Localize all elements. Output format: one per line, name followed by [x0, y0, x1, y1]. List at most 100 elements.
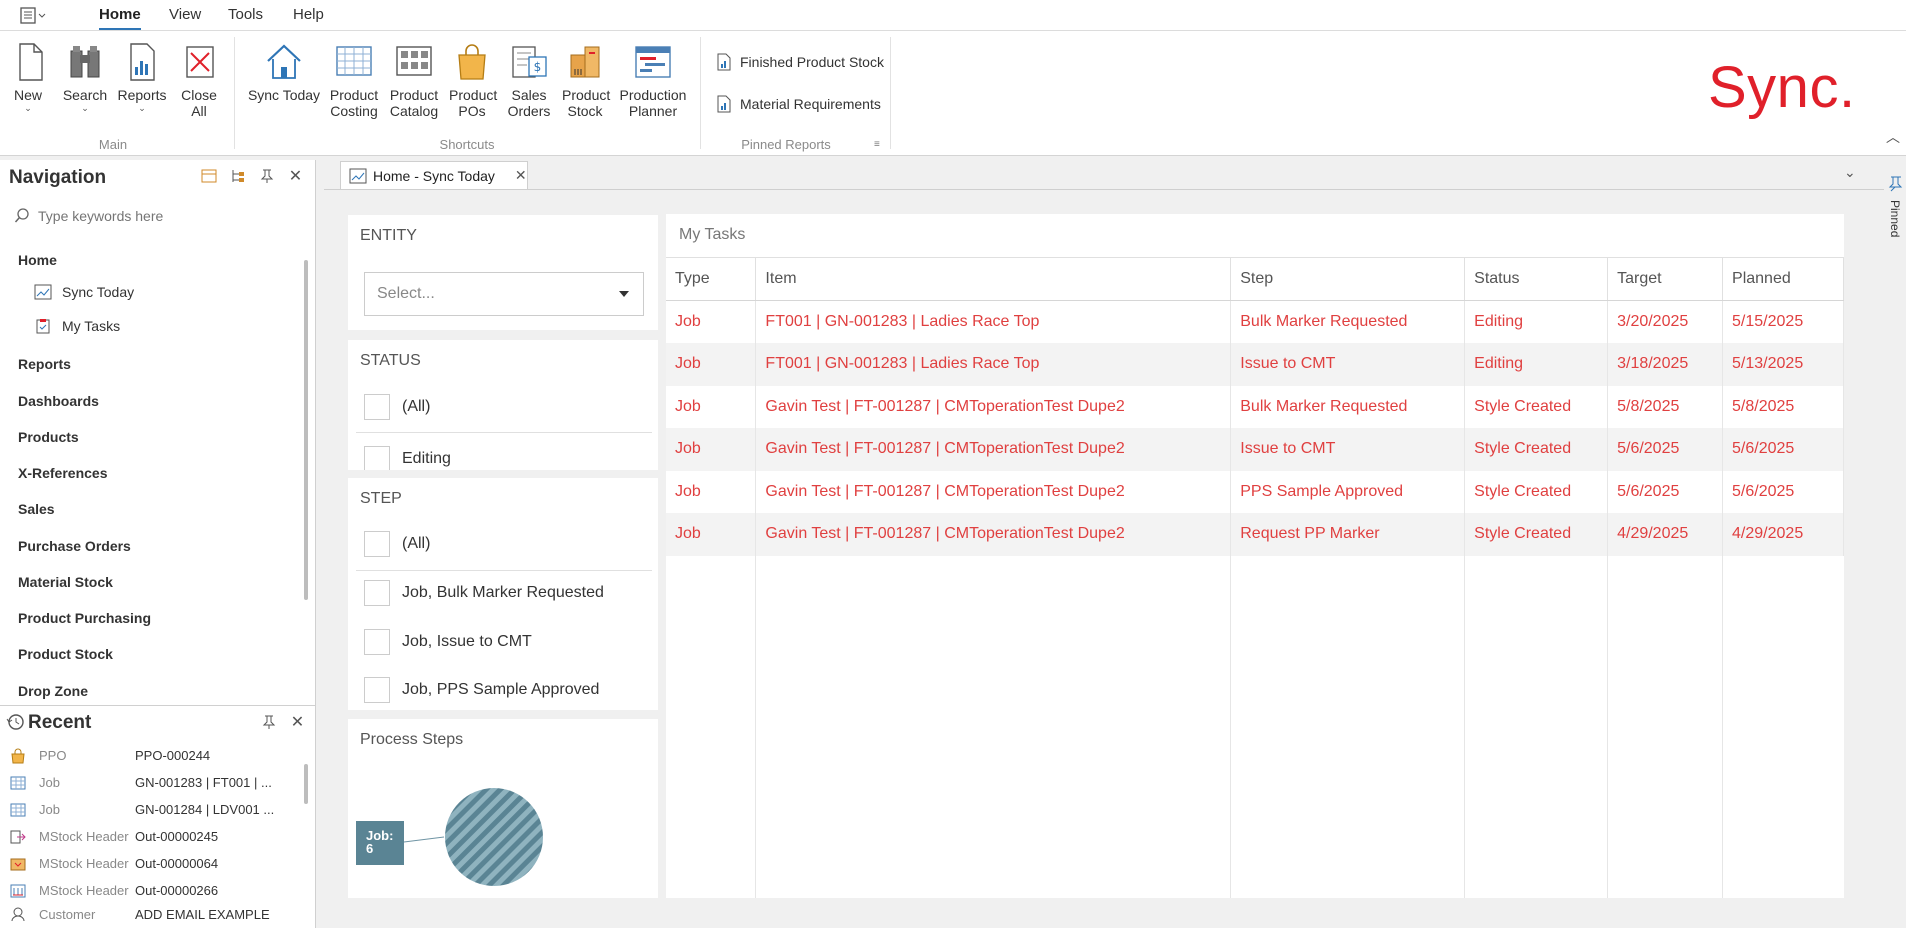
tab-help[interactable]: Help — [293, 6, 324, 30]
step-option-label: (All) — [402, 535, 431, 552]
layout-icon[interactable] — [200, 168, 217, 185]
document-list-dropdown-icon[interactable]: ⌄ — [1844, 164, 1856, 181]
cell-item: Gavin Test | FT-001287 | CMToperationTes… — [755, 513, 1232, 556]
new-button-label: New — [13, 87, 42, 103]
column-header-type[interactable]: Type — [666, 257, 757, 301]
nav-section-product-stock[interactable]: Product Stock — [18, 646, 113, 662]
pin-icon[interactable] — [258, 168, 275, 185]
reports-button[interactable]: Reports ⌄ — [116, 41, 168, 113]
pin-icon[interactable] — [260, 714, 277, 731]
cell-step: Issue to CMT — [1230, 428, 1466, 471]
table-row[interactable]: Job FT001 | GN-001283 | Ladies Race Top … — [666, 343, 1844, 386]
customer-icon — [7, 906, 29, 922]
process-step-label[interactable]: Job: 6 — [356, 821, 404, 865]
search-button[interactable]: Search ⌄ — [60, 41, 110, 113]
cell-step: Request PP Marker — [1230, 513, 1466, 556]
recent-item[interactable]: MStock Header Out-00000266 — [0, 877, 296, 904]
nav-section-drop-zone[interactable]: Drop Zone — [18, 683, 88, 699]
recent-scrollbar[interactable] — [304, 764, 308, 804]
nav-section-product-purchasing[interactable]: Product Purchasing — [18, 610, 151, 626]
table-row[interactable]: Job Gavin Test | FT-001287 | CMToperatio… — [666, 470, 1844, 513]
nav-item-my-tasks[interactable]: My Tasks — [34, 318, 120, 334]
column-header-target[interactable]: Target — [1607, 257, 1724, 301]
column-header-planned[interactable]: Planned — [1722, 257, 1844, 301]
report-icon — [717, 53, 731, 71]
production-planner-shortcut[interactable]: Production Planner — [616, 41, 690, 119]
step-option-pps-sample[interactable]: Job, PPS Sample Approved — [364, 677, 599, 703]
production-planner-label: Production Planner — [619, 87, 687, 119]
product-catalog-shortcut[interactable]: Product Catalog — [386, 41, 442, 119]
checkbox[interactable] — [364, 394, 390, 420]
cell-status: Style Created — [1464, 385, 1609, 428]
collapse-ribbon-icon[interactable]: ︿ — [1886, 127, 1900, 147]
nav-section-purchase-orders[interactable]: Purchase Orders — [18, 538, 131, 554]
nav-item-sync-today[interactable]: Sync Today — [34, 284, 134, 300]
column-header-status[interactable]: Status — [1464, 257, 1609, 301]
ribbon-divider — [234, 37, 235, 149]
tab-home[interactable]: Home — [99, 6, 141, 30]
close-all-button[interactable]: Close All — [174, 41, 224, 119]
column-header-item[interactable]: Item — [755, 257, 1232, 301]
recent-item[interactable]: MStock Header Out-00000064 — [0, 850, 296, 877]
chevron-down-icon: ⌄ — [138, 103, 146, 113]
navigation-scrollbar[interactable] — [304, 260, 308, 600]
tab-view[interactable]: View — [169, 6, 201, 30]
close-icon[interactable]: ✕ — [289, 714, 306, 731]
tree-icon[interactable] — [229, 168, 246, 185]
tab-tools[interactable]: Tools — [228, 6, 263, 30]
pinned-side-tab[interactable]: Pinned — [1884, 172, 1906, 262]
nav-section-reports[interactable]: Reports — [18, 356, 71, 372]
recent-title: Recent — [28, 712, 92, 733]
sync-today-shortcut[interactable]: Sync Today — [246, 41, 322, 103]
recent-item[interactable]: Customer ADD EMAIL EXAMPLE — [0, 904, 296, 924]
column-header-step[interactable]: Step — [1230, 257, 1466, 301]
nav-section-sales[interactable]: Sales — [18, 501, 55, 517]
checkbox[interactable] — [364, 629, 390, 655]
table-row[interactable]: Job Gavin Test | FT-001287 | CMToperatio… — [666, 513, 1844, 556]
checkbox[interactable] — [364, 580, 390, 606]
close-icon[interactable]: ✕ — [287, 168, 304, 185]
chevron-down-icon: ⌄ — [24, 103, 32, 113]
entity-select[interactable]: Select... — [364, 272, 644, 316]
step-option-bulk-marker[interactable]: Job, Bulk Marker Requested — [364, 580, 604, 606]
entity-filter-title: ENTITY — [360, 227, 417, 244]
product-costing-shortcut[interactable]: Product Costing — [326, 41, 382, 119]
sales-orders-shortcut[interactable]: $ Sales Orders — [504, 41, 554, 119]
group-options-icon[interactable]: ≡ — [874, 139, 880, 150]
cell-type: Job — [666, 428, 757, 471]
app-menu-button[interactable] — [18, 6, 48, 26]
checkbox[interactable] — [364, 531, 390, 557]
nav-section-products[interactable]: Products — [18, 429, 79, 445]
table-row[interactable]: Job Gavin Test | FT-001287 | CMToperatio… — [666, 428, 1844, 471]
checkbox[interactable] — [364, 446, 390, 470]
pinned-reports-group-label: Pinned Reports — [741, 137, 831, 152]
table-row[interactable]: Job FT001 | GN-001283 | Ladies Race Top … — [666, 300, 1844, 343]
step-option-all[interactable]: (All) — [364, 531, 430, 557]
nav-section-dashboards[interactable]: Dashboards — [18, 393, 99, 409]
product-stock-shortcut[interactable]: Product Stock — [560, 41, 610, 119]
process-step-node[interactable] — [445, 788, 543, 886]
status-option-all[interactable]: (All) — [364, 394, 430, 420]
checkbox[interactable] — [364, 677, 390, 703]
cell-status: Style Created — [1464, 470, 1609, 513]
recent-item[interactable]: MStock Header Out-00000245 — [0, 823, 296, 850]
menu-bar: Home View Tools Help — [0, 0, 1906, 31]
navigation-search-input[interactable] — [38, 208, 278, 224]
product-pos-shortcut[interactable]: Product POs — [446, 41, 498, 119]
document-tab-home-sync-today[interactable]: Home - Sync Today ✕ — [340, 161, 528, 189]
material-requirements-link[interactable]: Material Requirements — [716, 95, 881, 113]
nav-section-material-stock[interactable]: Material Stock — [18, 574, 113, 590]
recent-item[interactable]: Job GN-001283 | FT001 | ... — [0, 769, 296, 796]
recent-item-value: PPO-000244 — [135, 748, 211, 763]
close-tab-icon[interactable]: ✕ — [515, 167, 527, 184]
recent-item[interactable]: PPO PPO-000244 — [0, 742, 296, 769]
step-option-issue-to-cmt[interactable]: Job, Issue to CMT — [364, 629, 532, 655]
recent-item[interactable]: Job GN-001284 | LDV001 ... — [0, 796, 296, 823]
table-row[interactable]: Job Gavin Test | FT-001287 | CMToperatio… — [666, 385, 1844, 428]
nav-section-home[interactable]: Home — [18, 252, 57, 268]
status-option-editing[interactable]: Editing — [364, 446, 451, 470]
finished-product-stock-link[interactable]: Finished Product Stock — [716, 53, 884, 71]
cell-status: Style Created — [1464, 513, 1609, 556]
new-button[interactable]: New ⌄ — [8, 41, 48, 113]
nav-section-x-references[interactable]: X-References — [18, 465, 108, 481]
